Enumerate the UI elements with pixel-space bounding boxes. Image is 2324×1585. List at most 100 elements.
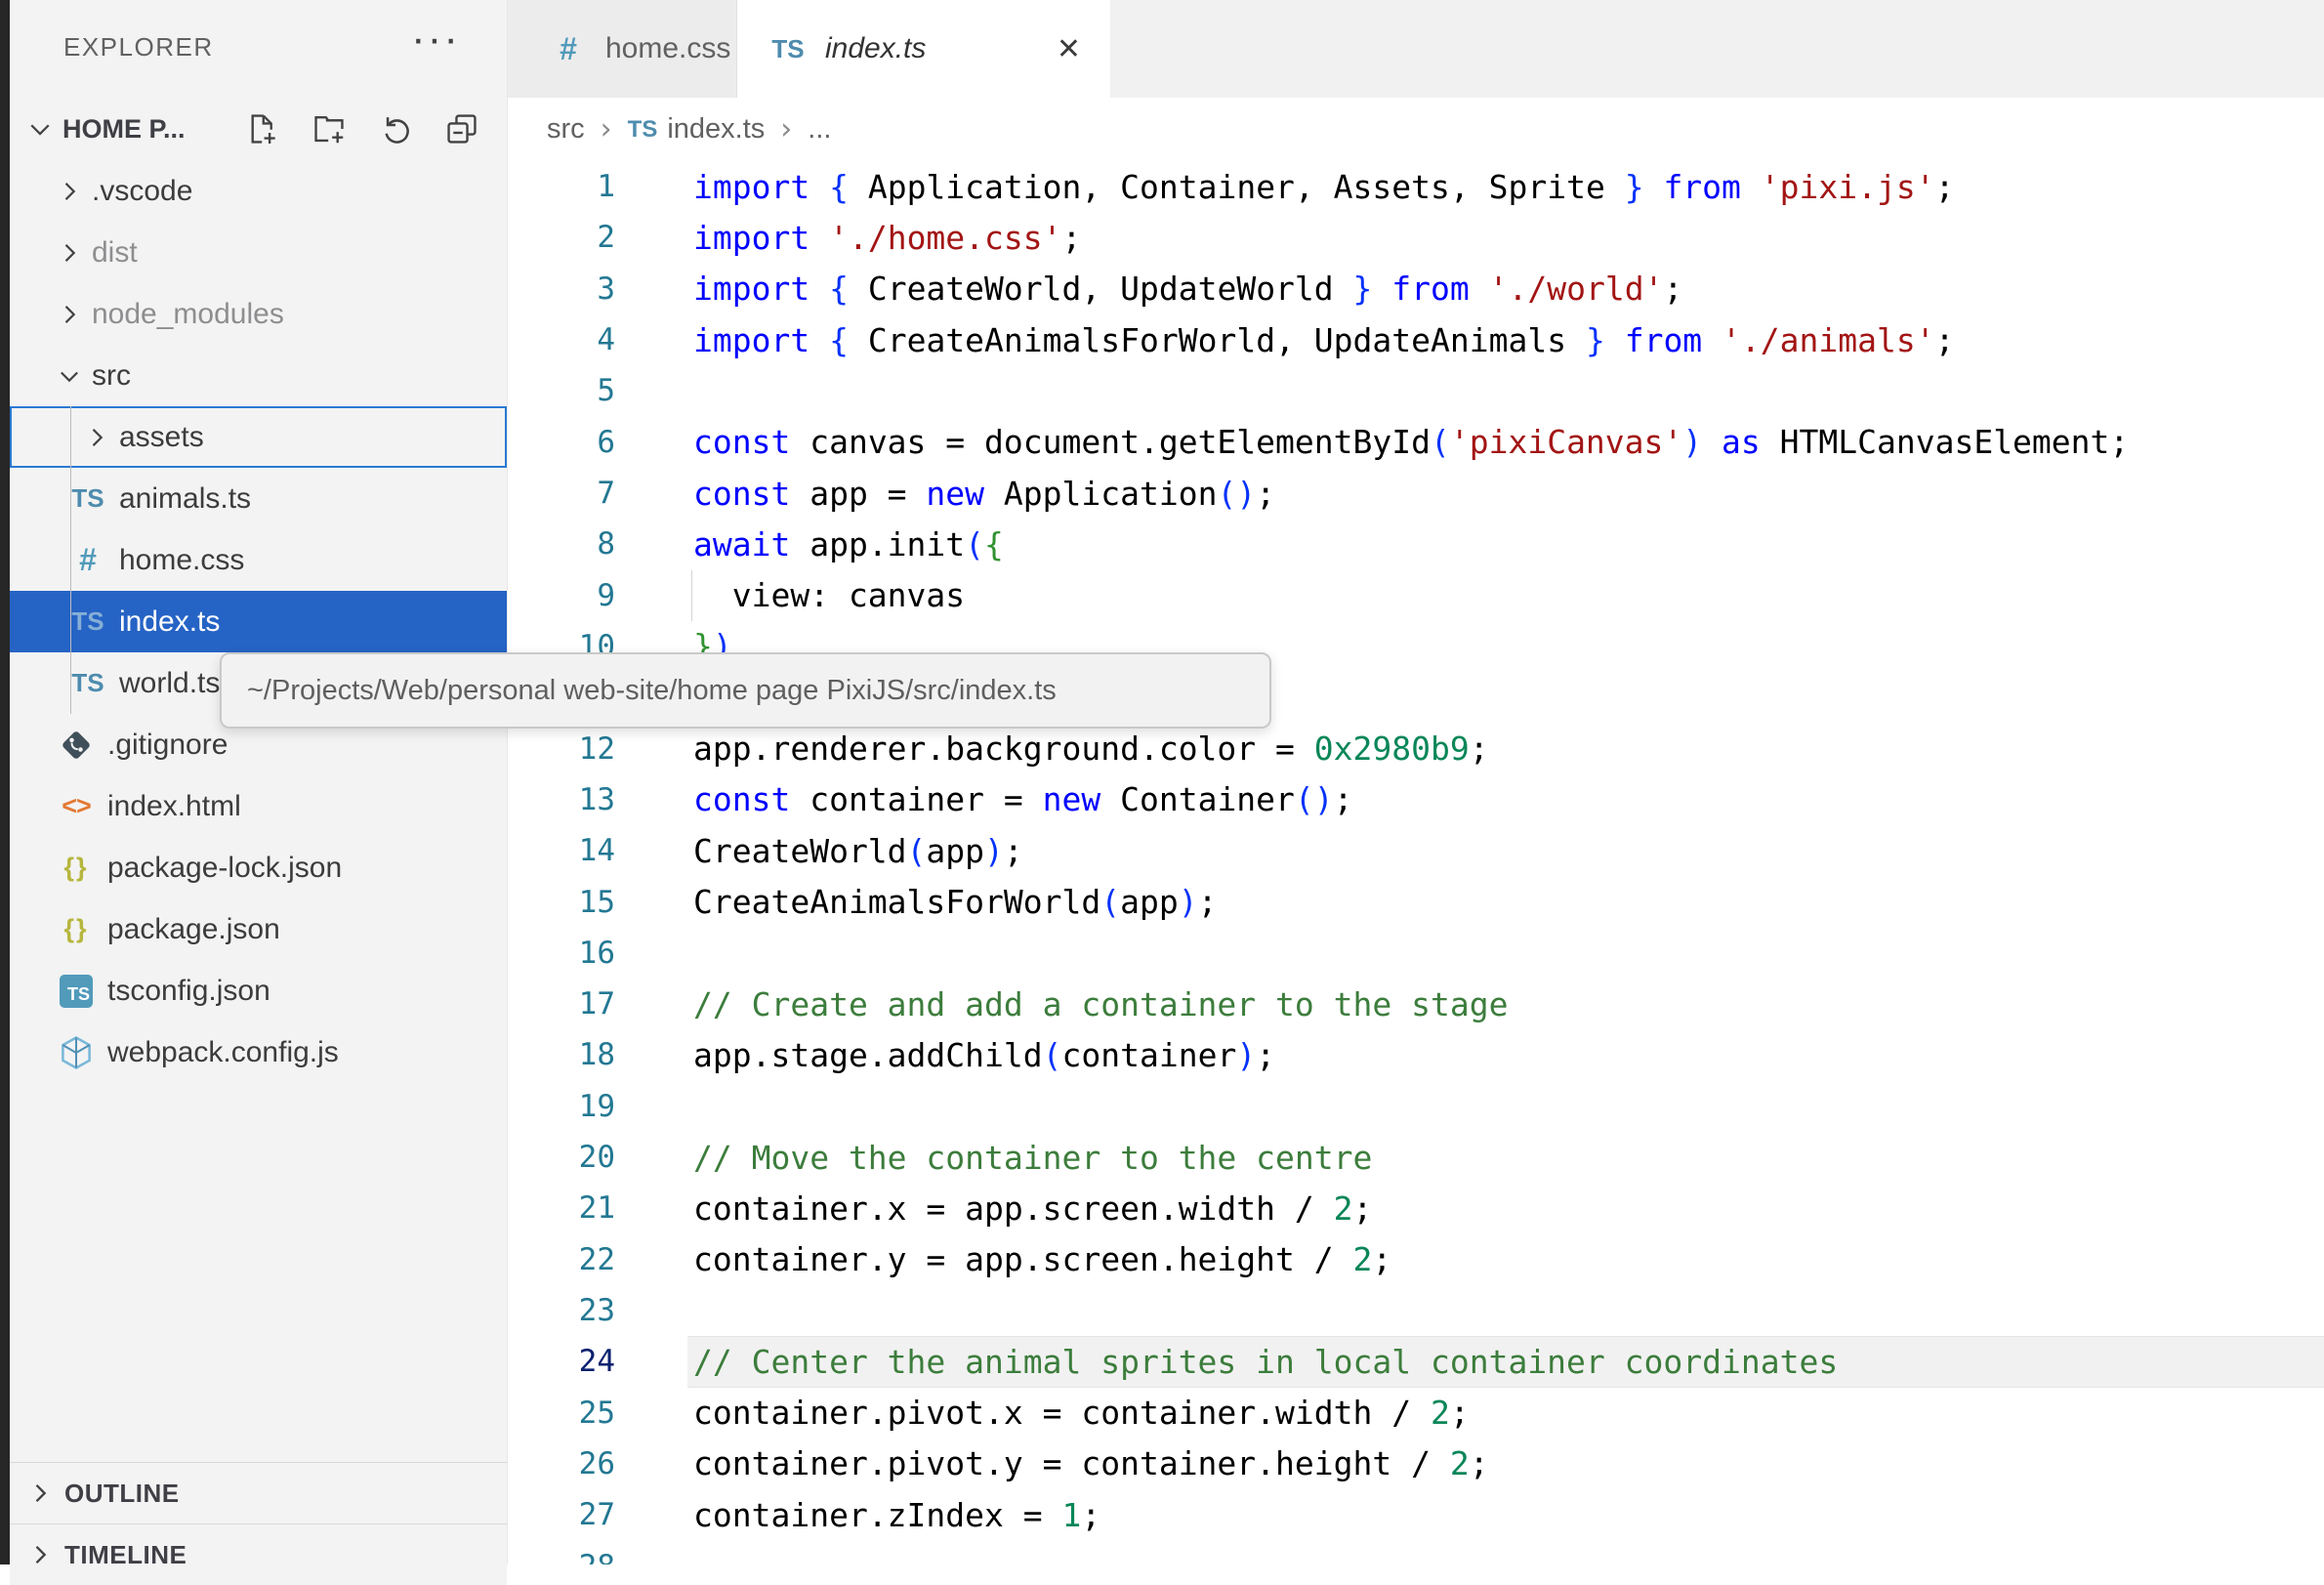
code-line-20[interactable]: 20// Move the container to the centre xyxy=(508,1132,2324,1183)
token-d: container.y = app.screen.height / xyxy=(693,1240,1353,1278)
code-line-16[interactable]: 16 xyxy=(508,928,2324,979)
breadcrumb-item[interactable]: ... xyxy=(808,113,831,146)
chevron-right-icon xyxy=(25,1540,55,1569)
tree-item-animals.ts[interactable]: TSanimals.ts xyxy=(10,468,507,529)
line-number[interactable]: 22 xyxy=(508,1242,615,1277)
line-number[interactable]: 19 xyxy=(508,1089,615,1124)
tab-home.css[interactable]: #home.css xyxy=(508,0,737,98)
tree-item-home.css[interactable]: #home.css xyxy=(10,529,507,591)
new-file-icon[interactable] xyxy=(243,109,282,148)
line-number[interactable]: 2 xyxy=(508,220,615,255)
line-number[interactable]: 28 xyxy=(508,1549,615,1564)
code-text: import { Application, Container, Assets,… xyxy=(693,168,1954,206)
code-editor[interactable]: 1 import { Application, Container, Assets… xyxy=(508,161,2324,1564)
code-text: app.stage.addChild(container); xyxy=(693,1036,1275,1074)
code-line-17[interactable]: 17 // Create and add a container to the s… xyxy=(508,979,2324,1029)
line-number[interactable]: 21 xyxy=(508,1190,615,1226)
token-b1: { xyxy=(829,321,849,359)
line-number[interactable]: 16 xyxy=(508,936,615,971)
tsconfig-file-icon: TS xyxy=(53,972,100,1011)
breadcrumb-item[interactable]: src xyxy=(547,113,585,146)
code-line-3[interactable]: 3 import { CreateWorld, UpdateWorld } fro… xyxy=(508,264,2324,314)
tree-item-package.json[interactable]: {}package.json xyxy=(10,898,507,960)
token-n: 0x2980b9 xyxy=(1314,730,1470,768)
tree-item-index.html[interactable]: <>index.html xyxy=(10,775,507,837)
code-line-26[interactable]: 26container.pivot.y = container.height /… xyxy=(508,1439,2324,1489)
code-line-14[interactable]: 14CreateWorld(app); xyxy=(508,825,2324,876)
line-number[interactable]: 6 xyxy=(508,425,615,460)
code-line-2[interactable]: 2import './home.css'; xyxy=(508,212,2324,263)
tree-item-package-lock.json[interactable]: {}package-lock.json xyxy=(10,837,507,898)
project-actions xyxy=(243,109,481,148)
file-tree: .vscodedistnode_modulessrcassetsTSanimal… xyxy=(10,160,507,1083)
tree-item-tsconfig.json[interactable]: TStsconfig.json xyxy=(10,960,507,1022)
line-number[interactable]: 14 xyxy=(508,833,615,868)
code-line-9[interactable]: 9 view: canvas xyxy=(508,570,2324,621)
line-number[interactable]: 1 xyxy=(508,169,615,204)
code-line-6[interactable]: 6const canvas = document.getElementById(… xyxy=(508,417,2324,468)
line-number[interactable]: 12 xyxy=(508,731,615,767)
chevron-right-icon xyxy=(55,238,84,268)
outline-title: OUTLINE xyxy=(64,1479,180,1509)
code-line-13[interactable]: 13const container = new Container(); xyxy=(508,774,2324,825)
code-line-28[interactable]: 28 xyxy=(508,1540,2324,1564)
json-icon-glyph: {} xyxy=(63,914,88,944)
code-line-18[interactable]: 18 app.stage.addChild(container); xyxy=(508,1029,2324,1080)
tree-item-.vscode[interactable]: .vscode xyxy=(10,160,507,222)
timeline-section[interactable]: TIMELINE xyxy=(10,1523,507,1585)
line-number[interactable]: 25 xyxy=(508,1396,615,1431)
line-number[interactable]: 7 xyxy=(508,476,615,511)
line-number[interactable]: 3 xyxy=(508,271,615,307)
line-number[interactable]: 17 xyxy=(508,986,615,1022)
line-number[interactable]: 23 xyxy=(508,1293,615,1328)
ts-icon-glyph: TS xyxy=(71,483,104,514)
css-icon-glyph: # xyxy=(79,542,97,578)
tree-item-assets[interactable]: assets xyxy=(10,406,507,468)
line-number[interactable]: 15 xyxy=(508,885,615,920)
tab-index.ts[interactable]: TSindex.ts✕ xyxy=(737,0,1110,98)
code-line-21[interactable]: 21container.x = app.screen.width / 2; xyxy=(508,1183,2324,1233)
code-line-12[interactable]: 12app.renderer.background.color = 0x2980… xyxy=(508,723,2324,773)
close-icon[interactable]: ✕ xyxy=(1057,32,1081,66)
code-line-23[interactable]: 23 xyxy=(508,1285,2324,1336)
line-number[interactable]: 27 xyxy=(508,1497,615,1532)
token-k: new xyxy=(1043,780,1101,818)
breadcrumb-item[interactable]: index.ts xyxy=(667,113,765,146)
line-number[interactable]: 9 xyxy=(508,578,615,613)
code-line-7[interactable]: 7const app = new Application(); xyxy=(508,468,2324,519)
tree-item-src[interactable]: src xyxy=(10,345,507,406)
code-line-8[interactable]: 8await app.init({ xyxy=(508,519,2324,569)
line-number[interactable]: 8 xyxy=(508,526,615,562)
outline-section[interactable]: OUTLINE xyxy=(10,1462,507,1523)
tsconfig-badge-icon: TS xyxy=(60,975,93,1008)
tree-item-webpack.config.js[interactable]: webpack.config.js xyxy=(10,1022,507,1083)
line-number[interactable]: 13 xyxy=(508,782,615,817)
line-number[interactable]: 18 xyxy=(508,1037,615,1072)
more-actions-icon[interactable]: ··· xyxy=(411,14,460,64)
line-number[interactable]: 4 xyxy=(508,322,615,357)
code-line-5[interactable]: 5 xyxy=(508,365,2324,416)
line-number[interactable]: 24 xyxy=(508,1344,615,1379)
token-c: // Create and add a container to the sta… xyxy=(693,985,1508,1023)
code-text: import { CreateWorld, UpdateWorld } from… xyxy=(693,270,1682,308)
code-line-25[interactable]: 25container.pivot.x = container.width / … xyxy=(508,1388,2324,1439)
code-line-24[interactable]: 24// Center the animal sprites in local … xyxy=(508,1336,2324,1387)
collapse-all-icon[interactable] xyxy=(442,109,481,148)
line-number[interactable]: 20 xyxy=(508,1140,615,1175)
token-b2: { xyxy=(984,525,1004,563)
code-line-19[interactable]: 19 xyxy=(508,1081,2324,1132)
code-line-4[interactable]: 4import { CreateAnimalsForWorld, UpdateA… xyxy=(508,314,2324,365)
refresh-icon[interactable] xyxy=(376,109,415,148)
code-line-27[interactable]: 27container.zIndex = 1; xyxy=(508,1489,2324,1540)
code-line-15[interactable]: 15CreateAnimalsForWorld(app); xyxy=(508,876,2324,927)
project-section-header[interactable]: HOME P... xyxy=(10,98,507,160)
line-number[interactable]: 5 xyxy=(508,373,615,408)
code-line-1[interactable]: 1 import { Application, Container, Assets… xyxy=(508,161,2324,212)
token-d: container = xyxy=(790,780,1042,818)
new-folder-icon[interactable] xyxy=(310,109,349,148)
line-number[interactable]: 26 xyxy=(508,1446,615,1481)
tree-item-dist[interactable]: dist xyxy=(10,222,507,283)
code-line-22[interactable]: 22container.y = app.screen.height / 2; xyxy=(508,1234,2324,1285)
tree-item-node_modules[interactable]: node_modules xyxy=(10,283,507,345)
tree-item-index.ts[interactable]: TSindex.ts xyxy=(10,591,507,652)
